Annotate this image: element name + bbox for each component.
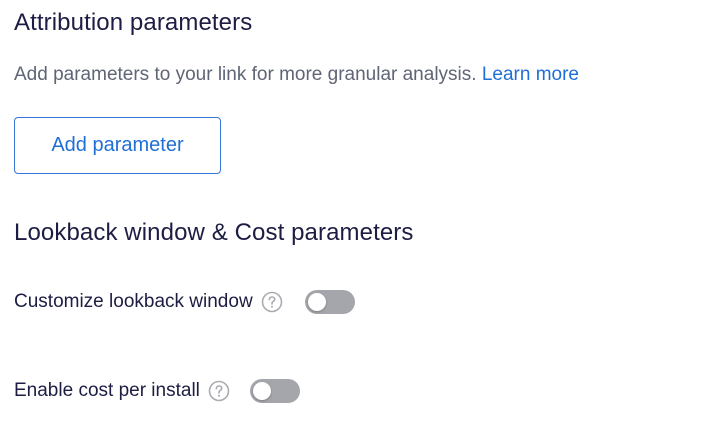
- customize-lookback-label: Customize lookback window: [14, 291, 253, 312]
- attribution-parameters-title: Attribution parameters: [14, 9, 253, 36]
- learn-more-link[interactable]: Learn more: [482, 64, 579, 85]
- customize-lookback-row: Customize lookback window: [14, 287, 355, 317]
- attribution-description-text: Add parameters to your link for more gra…: [14, 64, 477, 85]
- toggle-knob: [252, 382, 271, 400]
- question-circle-icon[interactable]: [261, 291, 283, 313]
- cost-per-install-label: Enable cost per install: [14, 380, 200, 401]
- customize-lookback-toggle[interactable]: [304, 290, 355, 314]
- toggle-knob: [307, 293, 326, 311]
- add-parameter-button[interactable]: Add parameter: [14, 117, 221, 174]
- cost-per-install-row: Enable cost per install: [14, 376, 300, 406]
- cost-per-install-toggle[interactable]: [249, 379, 300, 403]
- link-settings-panel: Attribution parameters Add parameters to…: [0, 0, 718, 426]
- lookback-cost-title: Lookback window & Cost parameters: [14, 219, 414, 246]
- question-circle-icon[interactable]: [208, 380, 230, 402]
- attribution-description: Add parameters to your link for more gra…: [14, 63, 579, 87]
